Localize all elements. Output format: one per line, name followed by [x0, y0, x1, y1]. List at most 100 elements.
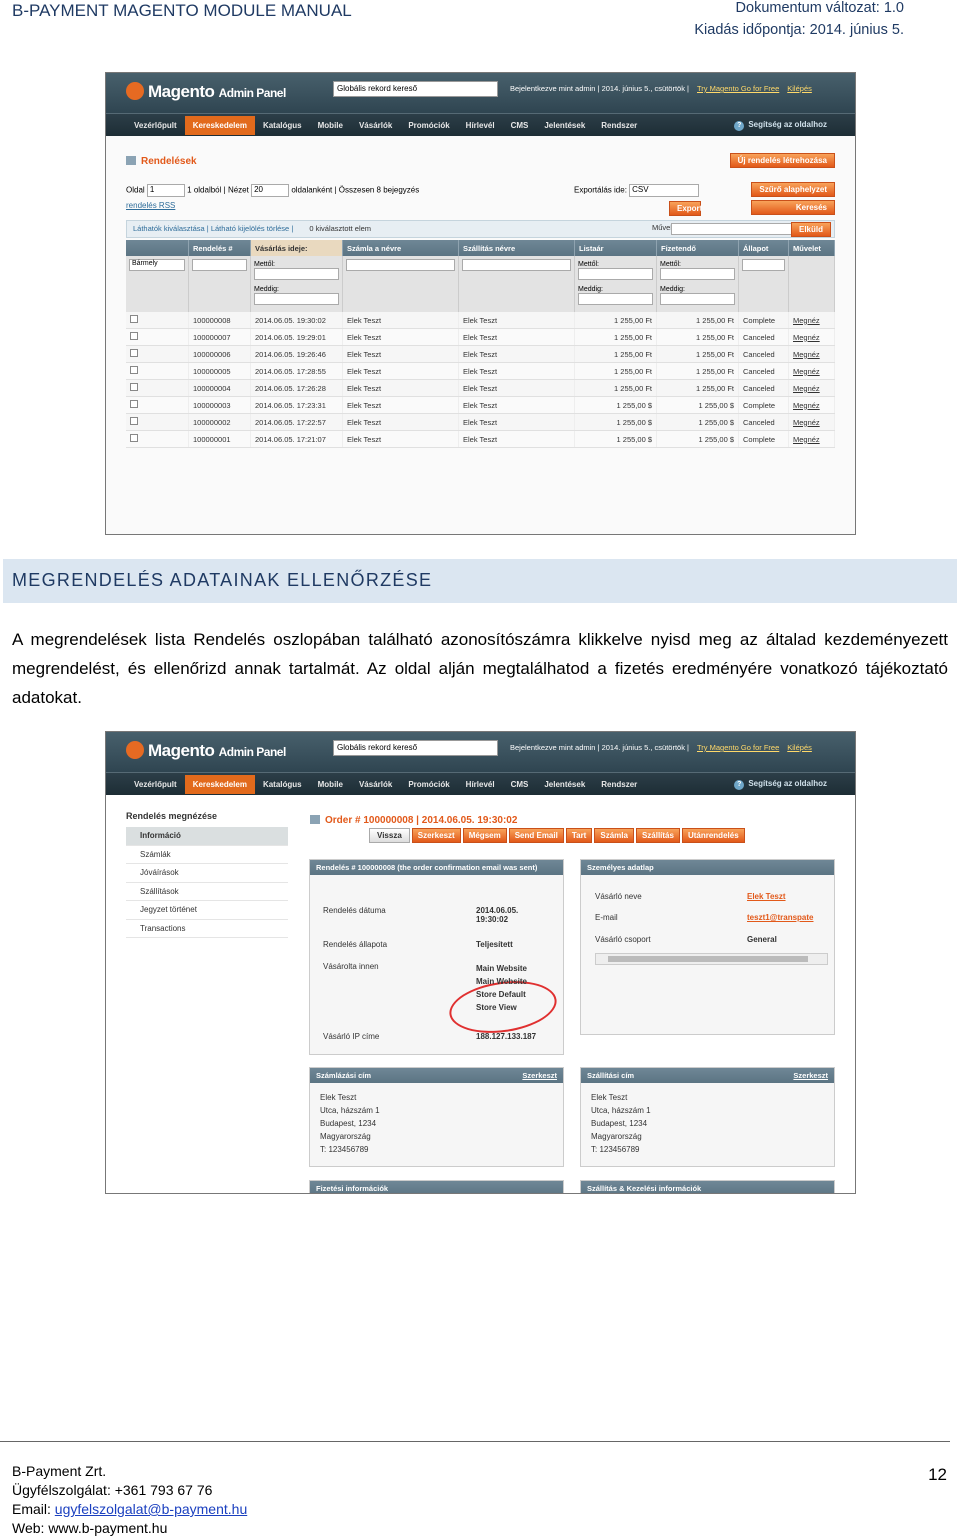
invoice-button[interactable]: Számla [594, 828, 634, 843]
table-row[interactable]: 100000002 2014.06.05. 17:22:57 Elek Teszt E… [126, 413, 835, 432]
nav-system[interactable]: Rendszer [593, 116, 645, 135]
row-checkbox[interactable] [130, 315, 138, 324]
try-magento-link[interactable]: Try Magento Go for Free [697, 743, 779, 752]
hold-button[interactable]: Tart [565, 828, 593, 843]
filter-paid-from[interactable] [660, 268, 735, 280]
reset-filter-button[interactable]: Szűrő alaphelyzet [751, 182, 835, 197]
nav-newsletter[interactable]: Hírlevél [458, 775, 503, 794]
horizontal-scrollbar[interactable] [595, 953, 828, 965]
tab-credit-memos[interactable]: Jóváírások [126, 864, 288, 883]
view-link[interactable]: Megnéz [788, 396, 835, 415]
row-checkbox[interactable] [130, 400, 138, 409]
export-button[interactable]: Export [669, 201, 702, 216]
col-status[interactable]: Állapot [738, 240, 789, 256]
filter-date-from[interactable] [254, 268, 339, 280]
col-base-total[interactable]: Listaár [574, 240, 657, 256]
nav-dashboard[interactable]: Vezérlőpult [126, 116, 185, 135]
search-button[interactable]: Keresés [751, 200, 835, 215]
email-link[interactable]: teszt1@transpate [747, 913, 814, 922]
view-link[interactable]: Megnéz [788, 413, 835, 432]
row-checkbox[interactable] [130, 417, 138, 426]
tab-shipments[interactable]: Szállítások [126, 883, 288, 901]
logout-link[interactable]: Kilépés [787, 84, 812, 93]
nav-cms[interactable]: CMS [503, 116, 537, 135]
nav-newsletter[interactable]: Hírlevél [458, 116, 503, 135]
unselect-visible-link[interactable]: Látható kijelölés törlése [211, 224, 289, 233]
help-link[interactable]: Segítség az oldalhoz [726, 774, 835, 795]
cancel-button[interactable]: Mégsem [462, 828, 507, 843]
global-search-input[interactable]: Globális rekord kereső [333, 740, 498, 756]
table-row[interactable]: 100000006 2014.06.05. 19:26:46 Elek Teszt E… [126, 345, 835, 364]
filter-date-to[interactable] [254, 293, 339, 305]
view-link[interactable]: Megnéz [788, 379, 835, 398]
nav-cms[interactable]: CMS [503, 775, 537, 794]
ship-button[interactable]: Szállítás [635, 828, 680, 843]
export-format-select[interactable]: CSV [629, 184, 700, 197]
filter-ship-to[interactable] [462, 259, 571, 271]
nav-sales[interactable]: Kereskedelem [184, 774, 255, 794]
nav-promotions[interactable]: Promóciók [400, 116, 457, 135]
back-button[interactable]: Vissza [369, 828, 410, 843]
row-checkbox[interactable] [130, 366, 138, 375]
col-order-id[interactable]: Rendelés # [188, 240, 251, 256]
billing-edit-link[interactable]: Szerkeszt [522, 1071, 557, 1080]
tab-information[interactable]: Információ [126, 827, 288, 846]
filter-base-to[interactable] [578, 293, 653, 305]
row-checkbox[interactable] [130, 349, 138, 358]
filter-paid-to[interactable] [660, 293, 735, 305]
filter-status[interactable] [742, 259, 785, 271]
global-search-input[interactable]: Globális rekord kereső [333, 81, 498, 97]
nav-sales[interactable]: Kereskedelem [184, 115, 255, 135]
nav-system[interactable]: Rendszer [593, 775, 645, 794]
customer-name-link[interactable]: Elek Teszt [747, 892, 786, 901]
reorder-button[interactable]: Utánrendelés [681, 828, 745, 843]
nav-customers[interactable]: Vásárlók [351, 116, 400, 135]
table-row[interactable]: 100000003 2014.06.05. 17:23:31 Elek Teszt E… [126, 396, 835, 415]
send-email-button[interactable]: Send Email [508, 828, 564, 843]
new-order-button[interactable]: Új rendelés létrehozása [729, 153, 835, 168]
col-ship-to[interactable]: Szállítás névre [458, 240, 575, 256]
table-row[interactable]: 100000004 2014.06.05. 17:26:28 Elek Teszt E… [126, 379, 835, 398]
row-checkbox[interactable] [130, 332, 138, 341]
table-row[interactable]: 100000005 2014.06.05. 17:28:55 Elek Teszt E… [126, 362, 835, 381]
col-purchased-total[interactable]: Fizetendő [656, 240, 739, 256]
logout-link[interactable]: Kilépés [787, 743, 812, 752]
shipping-edit-link[interactable]: Szerkeszt [793, 1071, 828, 1080]
tab-comments-history[interactable]: Jegyzet történet [126, 901, 288, 920]
filter-base-from[interactable] [578, 268, 653, 280]
nav-reports[interactable]: Jelentések [536, 775, 593, 794]
nav-mobile[interactable]: Mobile [310, 775, 351, 794]
row-checkbox[interactable] [130, 383, 138, 392]
nav-promotions[interactable]: Promóciók [400, 775, 457, 794]
view-link[interactable]: Megnéz [788, 362, 835, 381]
table-row[interactable]: 100000001 2014.06.05. 17:21:07 Elek Teszt E… [126, 430, 835, 449]
col-purchased-on[interactable]: Vásárlás ideje: [250, 240, 343, 256]
rss-link[interactable]: rendelés RSS [126, 201, 419, 210]
submit-button[interactable]: Elküld [790, 222, 831, 237]
view-link[interactable]: Megnéz [788, 430, 835, 449]
nav-catalog[interactable]: Katalógus [255, 116, 310, 135]
edit-button[interactable]: Szerkeszt [411, 828, 461, 843]
tab-invoices[interactable]: Számlák [126, 846, 288, 864]
nav-catalog[interactable]: Katalógus [255, 775, 310, 794]
filter-bill-to[interactable] [346, 259, 455, 271]
help-link[interactable]: Segítség az oldalhoz [726, 115, 835, 136]
table-row[interactable]: 100000007 2014.06.05. 19:29:01 Elek Teszt E… [126, 328, 835, 347]
footer-email-link[interactable]: ugyfelszolgalat@b-payment.hu [55, 1501, 247, 1517]
select-visible-link[interactable]: Láthatók kiválasztása [133, 224, 205, 233]
view-link[interactable]: Megnéz [788, 345, 835, 364]
nav-mobile[interactable]: Mobile [310, 116, 351, 135]
row-checkbox[interactable] [130, 434, 138, 443]
per-page-select[interactable]: 20 [251, 184, 290, 197]
view-link[interactable]: Megnéz [788, 312, 835, 330]
tab-transactions[interactable]: Transactions [126, 920, 288, 938]
nav-customers[interactable]: Vásárlók [351, 775, 400, 794]
filter-any-select[interactable]: Bármely [129, 259, 185, 271]
table-row[interactable]: 100000008 2014.06.05. 19:30:02 Elek Teszt E… [126, 312, 835, 330]
page-input[interactable]: 1 [146, 184, 185, 197]
nav-dashboard[interactable]: Vezérlőpult [126, 775, 185, 794]
view-link[interactable]: Megnéz [788, 328, 835, 347]
col-bill-to[interactable]: Számla a névre [342, 240, 459, 256]
filter-order-id[interactable] [192, 259, 247, 271]
try-magento-link[interactable]: Try Magento Go for Free [697, 84, 779, 93]
